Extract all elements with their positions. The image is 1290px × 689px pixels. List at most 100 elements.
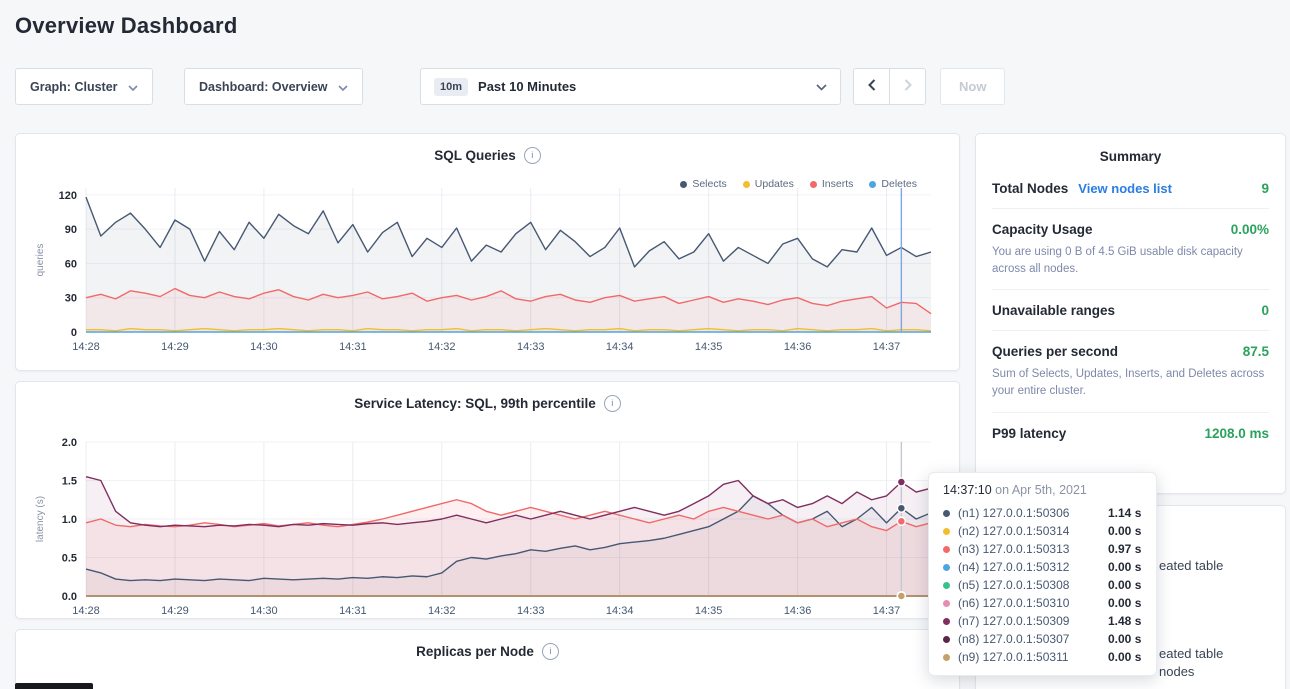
svg-text:14:28: 14:28 <box>72 605 100 617</box>
tooltip-node-value: 0.97 s <box>1108 542 1141 556</box>
chart-tooltip: 14:37:10 on Apr 5th, 2021 (n1) 127.0.0.1… <box>928 472 1157 676</box>
series-dot <box>943 546 950 553</box>
tooltip-node-value: 0.00 s <box>1108 524 1141 538</box>
tooltip-node-row: (n9) 127.0.0.1:503110.00 s <box>929 648 1156 666</box>
summary-row: Unavailable ranges 0 <box>992 290 1269 331</box>
svg-text:14:37: 14:37 <box>873 605 901 617</box>
summary-panel: Summary Total NodesView nodes list9Capac… <box>975 133 1286 494</box>
time-range-label: Past 10 Minutes <box>478 79 576 94</box>
graph-dropdown[interactable]: Graph: Cluster <box>15 68 153 105</box>
overview-dashboard-page: Overview Dashboard Graph: Cluster Dashbo… <box>0 0 1290 689</box>
summary-metric-value: 87.5 <box>1243 344 1269 359</box>
svg-text:14:37: 14:37 <box>873 341 901 353</box>
summary-metric-value: 0 <box>1261 303 1269 318</box>
series-dot <box>943 636 950 643</box>
tooltip-node-value: 0.00 s <box>1108 578 1141 592</box>
summary-metric-label: Unavailable ranges <box>992 303 1115 318</box>
series-dot <box>943 618 950 625</box>
chevron-down-icon <box>816 79 827 94</box>
clipped-element <box>15 683 93 689</box>
svg-text:14:29: 14:29 <box>161 605 189 617</box>
tooltip-node-row: (n4) 127.0.0.1:50312 0.00 s <box>929 558 1156 576</box>
tooltip-node-row: (n5) 127.0.0.1:50308 0.00 s <box>929 576 1156 594</box>
svg-text:14:35: 14:35 <box>695 605 723 617</box>
svg-text:1.0: 1.0 <box>62 514 77 526</box>
time-next-button[interactable] <box>889 68 926 105</box>
latency-chart-card: Service Latency: SQL, 99th percentile i … <box>15 381 960 619</box>
svg-text:60: 60 <box>65 258 77 270</box>
tooltip-node-label: (n3) 127.0.0.1:50313 <box>958 542 1100 556</box>
tooltip-node-label: (n8) 127.0.0.1:50307 <box>958 632 1100 646</box>
tooltip-node-row: (n1) 127.0.0.1:50306 1.14 s <box>929 504 1156 522</box>
series-dot <box>943 600 950 607</box>
svg-text:14:30: 14:30 <box>250 341 278 353</box>
event-item[interactable]: eated table <box>1159 646 1223 661</box>
svg-text:14:35: 14:35 <box>695 341 723 353</box>
chart-title-text: Service Latency: SQL, 99th percentile <box>354 396 596 411</box>
svg-text:queries: queries <box>35 244 46 277</box>
info-icon[interactable]: i <box>604 395 621 412</box>
tooltip-node-row: (n8) 127.0.0.1:503070.00 s <box>929 630 1156 648</box>
svg-text:14:33: 14:33 <box>517 605 545 617</box>
tooltip-node-label: (n1) 127.0.0.1:50306 <box>958 506 1100 520</box>
sql-queries-chart[interactable]: 030609012014:2814:2914:3014:3114:3214:33… <box>30 180 945 358</box>
dashboard-dropdown-label: Dashboard: Overview <box>199 80 328 94</box>
legend-dot <box>869 181 876 188</box>
svg-text:14:29: 14:29 <box>161 341 189 353</box>
series-dot <box>943 564 950 571</box>
svg-text:14:28: 14:28 <box>72 341 100 353</box>
legend-item-selects: Selects <box>680 178 726 190</box>
svg-text:0.5: 0.5 <box>62 553 77 565</box>
info-icon[interactable]: i <box>542 643 559 660</box>
view-nodes-list-link[interactable]: View nodes list <box>1078 181 1172 196</box>
tooltip-node-value: 0.00 s <box>1108 560 1141 574</box>
svg-text:0.0: 0.0 <box>62 591 77 603</box>
summary-metric-value: 9 <box>1261 181 1269 196</box>
tooltip-node-value: 1.48 s <box>1108 614 1141 628</box>
tooltip-node-row: (n3) 127.0.0.1:50313 0.97 s <box>929 540 1156 558</box>
svg-text:14:31: 14:31 <box>339 341 367 353</box>
chevron-down-icon <box>338 80 348 94</box>
svg-text:120: 120 <box>59 190 77 202</box>
legend-item-deletes: Deletes <box>869 178 917 190</box>
tooltip-node-value: 1.14 s <box>1108 506 1141 520</box>
time-range-selector[interactable]: 10m Past 10 Minutes <box>420 68 841 105</box>
legend-dot <box>743 181 750 188</box>
series-dot <box>943 510 950 517</box>
svg-text:14:32: 14:32 <box>428 605 456 617</box>
chevron-right-icon <box>904 79 912 94</box>
summary-metric-value: 1208.0 ms <box>1204 426 1269 441</box>
summary-metric-subtext: Sum of Selects, Updates, Inserts, and De… <box>992 366 1269 399</box>
legend-dot <box>680 181 687 188</box>
svg-text:14:36: 14:36 <box>784 605 812 617</box>
page-title: Overview Dashboard <box>15 13 237 39</box>
graph-dropdown-label: Graph: Cluster <box>30 80 118 94</box>
info-icon[interactable]: i <box>524 147 541 164</box>
svg-text:30: 30 <box>65 293 77 305</box>
tooltip-node-value: 0.00 s <box>1108 650 1141 664</box>
replicas-chart-card: Replicas per Node i <box>15 629 960 689</box>
dashboard-dropdown[interactable]: Dashboard: Overview <box>184 68 363 105</box>
now-button[interactable]: Now <box>940 68 1005 105</box>
svg-text:1.5: 1.5 <box>62 476 77 488</box>
tooltip-node-label: (n7) 127.0.0.1:50309 <box>958 614 1100 628</box>
tooltip-node-label: (n4) 127.0.0.1:50312 <box>958 560 1100 574</box>
event-item[interactable]: nodes <box>1159 664 1194 679</box>
time-prev-button[interactable] <box>853 68 890 105</box>
tooltip-timestamp: 14:37:10 on Apr 5th, 2021 <box>929 483 1156 504</box>
event-item[interactable]: eated table <box>1159 558 1223 573</box>
chevron-down-icon <box>128 80 138 94</box>
series-dot <box>943 582 950 589</box>
tooltip-node-row: (n2) 127.0.0.1:503140.00 s <box>929 522 1156 540</box>
tooltip-node-label: (n5) 127.0.0.1:50308 <box>958 578 1100 592</box>
time-range-badge: 10m <box>434 78 468 96</box>
summary-row: P99 latency1208.0 ms <box>992 413 1269 453</box>
svg-text:14:34: 14:34 <box>606 605 634 617</box>
legend-label: Deletes <box>881 178 917 190</box>
tooltip-node-value: 0.00 s <box>1108 596 1141 610</box>
latency-chart[interactable]: 0.00.51.01.52.014:2814:2914:3014:3114:32… <box>30 434 945 622</box>
summary-metric-label: Capacity Usage <box>992 222 1093 237</box>
summary-row: Total NodesView nodes list9 <box>992 168 1269 209</box>
legend-label: Updates <box>755 178 794 190</box>
tooltip-date: on Apr 5th, 2021 <box>992 483 1087 497</box>
